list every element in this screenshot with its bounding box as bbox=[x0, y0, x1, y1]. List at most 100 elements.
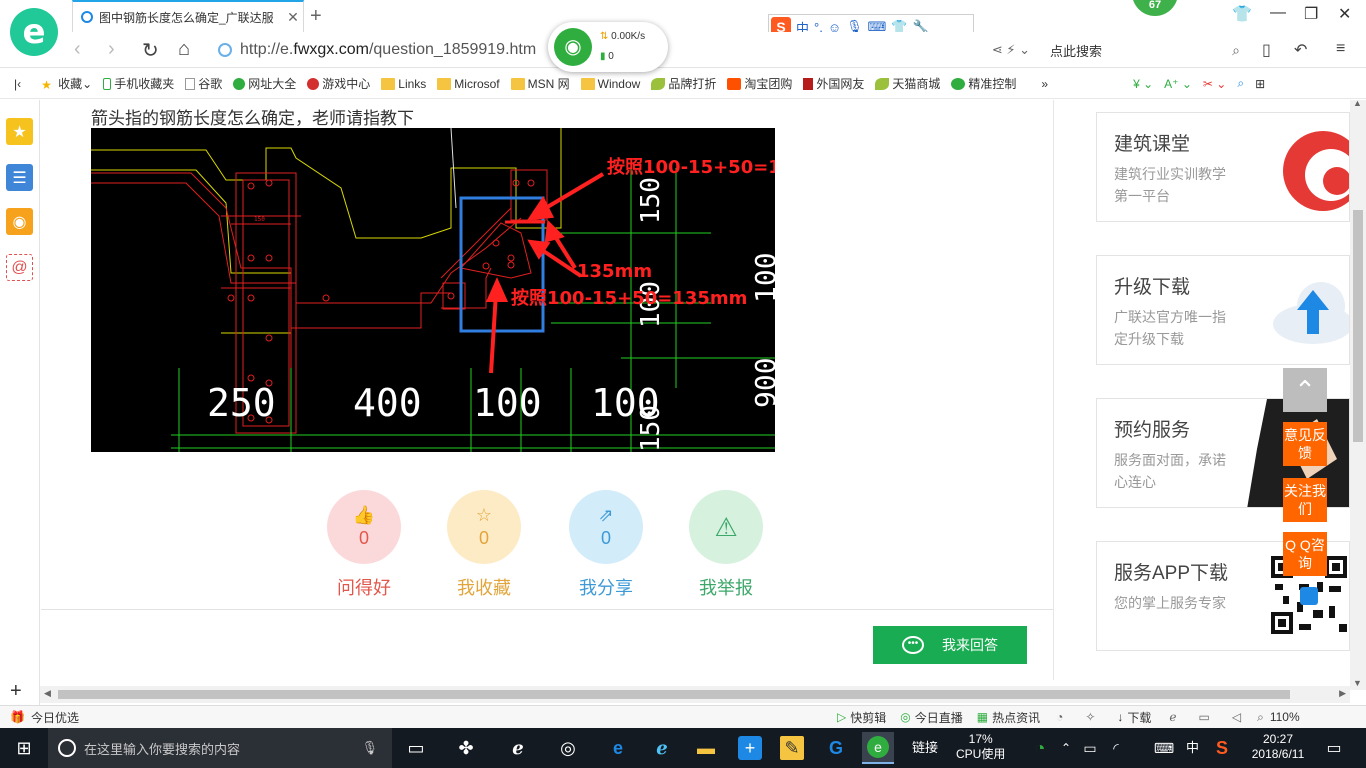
zoom-level[interactable]: 110% bbox=[1270, 710, 1300, 724]
windows-start-icon[interactable]: ⊞ bbox=[12, 736, 36, 760]
scroll-up-arrow-icon[interactable]: ▲ bbox=[1353, 98, 1362, 108]
magnifier-icon[interactable]: ⌕ bbox=[1237, 76, 1244, 91]
bookmark-item[interactable]: 网址大全 bbox=[233, 75, 296, 92]
bookmark-item[interactable]: 谷歌 bbox=[185, 75, 222, 92]
window-close-button[interactable]: ✕ bbox=[1338, 4, 1351, 24]
browser-e-icon[interactable]: ℯ bbox=[506, 736, 530, 760]
swirl-app-icon[interactable]: ◎ bbox=[556, 736, 580, 760]
vertical-scroll-thumb[interactable] bbox=[1353, 210, 1363, 442]
window-icon[interactable]: ▭ bbox=[1199, 710, 1210, 724]
mute-icon[interactable]: ◁ bbox=[1232, 710, 1241, 724]
notifications-icon[interactable]: ▭ bbox=[1322, 736, 1346, 760]
menu-icon[interactable]: ≡ bbox=[1336, 40, 1345, 58]
notification-badge[interactable]: 67 bbox=[1132, 0, 1178, 16]
action-circle[interactable]: ☆ 0 bbox=[447, 490, 521, 564]
horizontal-scrollbar[interactable]: ◀ ▶ bbox=[40, 686, 1350, 703]
daily-picks-item[interactable]: 🎁 今日优选 bbox=[10, 709, 79, 726]
back-to-top-button[interactable]: ⌃ bbox=[1283, 368, 1327, 412]
bookmark-item[interactable]: Microsof bbox=[437, 77, 500, 91]
bookmark-item[interactable]: Links bbox=[381, 77, 426, 91]
glodon-app-icon[interactable]: G bbox=[824, 736, 848, 760]
sidebar-card-upgrade[interactable]: 升级下载 广联达官方唯一指定升级下载 bbox=[1096, 255, 1350, 365]
action-share-button[interactable]: ⇗ 0 我分享 bbox=[569, 490, 643, 600]
sidebar-card-course[interactable]: 建筑课堂 建筑行业实训教学第一平台 bbox=[1096, 112, 1350, 222]
bookmark-item[interactable]: 天猫商城 bbox=[875, 75, 940, 92]
status-item-live[interactable]: ◎ 今日直播 bbox=[900, 709, 963, 726]
mobile-icon[interactable]: ▯ bbox=[1262, 40, 1271, 60]
active-browser-taskbar-icon[interactable]: e bbox=[862, 732, 894, 764]
scroll-left-arrow-icon[interactable]: ◀ bbox=[44, 688, 51, 699]
add-sidebar-item-button[interactable]: + bbox=[10, 680, 22, 703]
favorites-star-icon[interactable]: ★ bbox=[6, 118, 33, 145]
back-button[interactable]: ‹ bbox=[74, 38, 81, 61]
taskbar-search-field[interactable]: 在这里输入你要搜索的内容 🎙 bbox=[48, 728, 392, 768]
edge-icon[interactable]: e bbox=[606, 736, 630, 760]
action-circle[interactable]: ⇗ 0 bbox=[569, 490, 643, 564]
bookmark-item[interactable]: 品牌打折 bbox=[651, 75, 716, 92]
home-button[interactable]: ⌂ bbox=[178, 38, 190, 61]
bookmark-item[interactable]: 淘宝团购 bbox=[727, 75, 792, 92]
list-icon[interactable]: ☰ bbox=[6, 164, 33, 191]
clean-icon[interactable]: ✧ bbox=[1085, 710, 1095, 724]
forward-button[interactable]: › bbox=[108, 38, 115, 61]
action-report-button[interactable]: ⚠ 我举报 bbox=[689, 490, 763, 600]
float-qq-button[interactable]: Q Q咨询 bbox=[1283, 532, 1327, 576]
bookmark-item[interactable]: 手机收藏夹 bbox=[103, 75, 174, 92]
bookmark-item[interactable]: 精准控制 bbox=[951, 75, 1016, 92]
fan-app-icon[interactable]: ✤ bbox=[454, 736, 478, 760]
skin-shirt-icon[interactable]: 👕 bbox=[1232, 4, 1252, 24]
search-box[interactable]: 点此搜索 ⌕ bbox=[1040, 38, 1240, 62]
scroll-right-arrow-icon[interactable]: ▶ bbox=[1339, 688, 1346, 699]
file-explorer-icon[interactable]: ▬ bbox=[694, 736, 718, 760]
battery-icon[interactable]: ▭ bbox=[1078, 736, 1102, 760]
wifi-tray-icon[interactable]: ◔ bbox=[1028, 736, 1052, 760]
cpu-usage[interactable]: 17% CPU使用 bbox=[956, 732, 1005, 762]
float-feedback-button[interactable]: 意见反馈 bbox=[1283, 422, 1327, 466]
action-favorite-button[interactable]: ☆ 0 我收藏 bbox=[447, 490, 521, 600]
scroll-down-arrow-icon[interactable]: ▼ bbox=[1353, 678, 1362, 688]
tray-expand-icon[interactable]: ⌃ bbox=[1054, 736, 1078, 760]
taskbar-link-label[interactable]: 链接 bbox=[912, 740, 938, 755]
horizontal-scroll-thumb[interactable] bbox=[58, 690, 1290, 699]
action-good-question-button[interactable]: 👍 0 问得好 bbox=[327, 490, 401, 600]
status-item-news[interactable]: ▦ 热点资讯 bbox=[977, 709, 1040, 726]
ime-indicator[interactable]: 中 bbox=[1186, 740, 1199, 755]
refresh-button[interactable]: ↻ bbox=[142, 38, 159, 63]
maximize-button[interactable]: ❐ bbox=[1304, 4, 1318, 24]
browser-logo-icon[interactable]: e bbox=[10, 8, 58, 56]
notes-app-icon[interactable]: ✎ bbox=[780, 736, 804, 760]
answer-button[interactable]: ••• 我来回答 bbox=[873, 626, 1027, 664]
plus-app-icon[interactable]: + bbox=[738, 736, 762, 760]
keyboard-icon[interactable]: ⌨ bbox=[1152, 736, 1176, 760]
browser-tab-active[interactable]: 图中钢筋长度怎么确定_广联达服 ✕ bbox=[72, 0, 304, 32]
screenshot-scissors-icon[interactable]: ✂ ⌄ bbox=[1203, 77, 1226, 91]
minimize-button[interactable]: — bbox=[1270, 4, 1286, 22]
search-icon[interactable]: ⌕ bbox=[1232, 42, 1240, 59]
speed-icon[interactable]: ◔ bbox=[1056, 710, 1063, 724]
action-circle[interactable]: ⚠ bbox=[689, 490, 763, 564]
mail-icon[interactable]: @ bbox=[6, 254, 33, 281]
tab-close-icon[interactable]: ✕ bbox=[283, 9, 303, 26]
bookmark-item[interactable]: MSN 网 bbox=[510, 75, 570, 92]
taskbar-clock[interactable]: 20:27 2018/6/11 bbox=[1246, 732, 1310, 762]
ie-mode-icon[interactable]: ℯ bbox=[1169, 710, 1176, 724]
network-icon[interactable]: ◜ bbox=[1104, 736, 1128, 760]
network-speed-popup[interactable]: ◉ ⇅ 0.00K/s ▮ 0 bbox=[548, 22, 668, 72]
vertical-scrollbar[interactable]: ▲ ▼ bbox=[1350, 98, 1366, 690]
bookmark-item[interactable]: 外国网友 bbox=[803, 75, 864, 92]
more-bookmarks-icon[interactable]: » bbox=[1041, 77, 1048, 91]
share-icon[interactable]: ⋖ ⚡ ⌄ bbox=[992, 42, 1030, 58]
apps-grid-icon[interactable]: ⊞ bbox=[1255, 77, 1265, 91]
translate-icon[interactable]: A⁺ ⌄ bbox=[1164, 77, 1192, 91]
bookmark-item[interactable]: 游戏中心 bbox=[307, 75, 370, 92]
status-item-download[interactable]: ↓ 下载 bbox=[1117, 709, 1151, 726]
weibo-icon[interactable]: ◉ bbox=[6, 208, 33, 235]
bookmark-item[interactable]: Window bbox=[580, 77, 640, 91]
currency-icon[interactable]: ¥ ⌄ bbox=[1133, 77, 1153, 91]
float-follow-button[interactable]: 关注我们 bbox=[1283, 478, 1327, 522]
collapse-sidebar-icon[interactable]: |‹ bbox=[14, 77, 21, 91]
sogou-tray-icon[interactable]: S bbox=[1210, 736, 1234, 760]
new-tab-button[interactable]: + bbox=[310, 5, 322, 28]
status-item-clip[interactable]: ▷ 快剪辑 bbox=[837, 709, 886, 726]
action-circle[interactable]: 👍 0 bbox=[327, 490, 401, 564]
